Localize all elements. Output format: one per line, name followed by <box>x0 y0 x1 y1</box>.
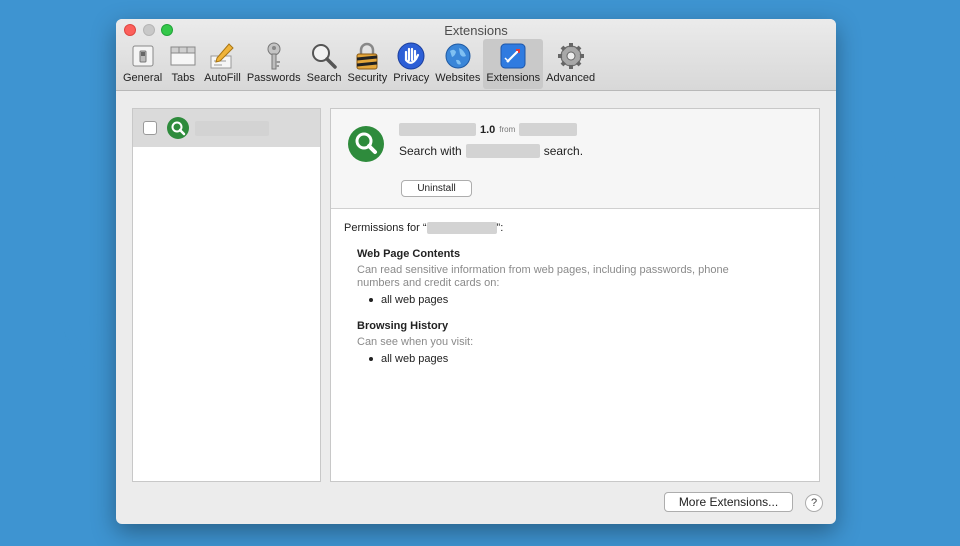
titlebar: Extensions General Tabs AutoFill Passwor… <box>116 19 836 91</box>
tab-general-label: General <box>123 72 163 84</box>
key-icon <box>259 41 289 71</box>
extension-title-line: 1.0 from <box>399 123 578 136</box>
list-item[interactable] <box>133 109 320 147</box>
padlock-icon <box>352 41 382 71</box>
tab-advanced-label: Advanced <box>546 72 596 84</box>
hand-icon <box>396 41 426 71</box>
preferences-toolbar: General Tabs AutoFill Passwords Search S… <box>120 39 598 89</box>
bullet-icon <box>369 357 373 361</box>
extensions-window: Extensions General Tabs AutoFill Passwor… <box>116 19 836 524</box>
enable-extension-checkbox[interactable] <box>143 121 157 135</box>
tab-search[interactable]: Search <box>304 39 345 89</box>
bullet-icon <box>369 298 373 302</box>
search-extension-icon <box>167 117 189 139</box>
tab-passwords[interactable]: Passwords <box>244 39 304 89</box>
uninstall-button[interactable]: Uninstall <box>401 180 472 197</box>
extension-from-label: from <box>499 125 516 134</box>
permission-scope-label: all web pages <box>381 294 449 306</box>
pencil-icon <box>207 41 237 71</box>
tab-advanced[interactable]: Advanced <box>543 39 598 89</box>
tab-tabs[interactable]: Tabs <box>165 39 201 89</box>
extension-desc-suffix: search. <box>543 144 584 158</box>
permissions-section: Permissions for “ ”: Web Page Contents C… <box>344 222 767 365</box>
permission-description: Can see when you visit: <box>357 336 474 348</box>
permission-scope-label: all web pages <box>381 353 449 365</box>
tab-websites[interactable]: Websites <box>432 39 483 89</box>
window-title: Extensions <box>444 23 508 38</box>
extension-detail-pane: 1.0 from Search with search. Uninstall P… <box>330 108 820 482</box>
extension-version: 1.0 <box>480 123 496 136</box>
permission-title: Web Page Contents <box>357 248 461 260</box>
permission-title: Browsing History <box>357 320 449 332</box>
tab-general[interactable]: General <box>120 39 165 89</box>
tab-autofill-label: AutoFill <box>204 72 241 84</box>
permission-scope-item: all web pages <box>369 294 767 306</box>
tab-security[interactable]: Security <box>344 39 390 89</box>
tab-extensions[interactable]: Extensions <box>483 39 544 89</box>
tab-search-label: Search <box>306 72 342 84</box>
permissions-header-suffix: ”: <box>496 222 504 234</box>
globe-icon <box>443 41 473 71</box>
tabs-icon <box>168 41 198 71</box>
extension-name-redacted <box>399 123 476 136</box>
extensions-list <box>132 108 321 482</box>
extension-header: 1.0 from Search with search. Uninstall <box>331 109 819 209</box>
permission-scope-item: all web pages <box>369 353 767 365</box>
puzzle-icon <box>498 41 528 71</box>
tab-privacy[interactable]: Privacy <box>390 39 432 89</box>
tab-privacy-label: Privacy <box>393 72 430 84</box>
permissions-header-prefix: Permissions for “ <box>344 222 427 234</box>
search-extension-icon <box>348 126 384 162</box>
tab-extensions-label: Extensions <box>486 72 541 84</box>
tab-autofill[interactable]: AutoFill <box>201 39 244 89</box>
extension-name-redacted <box>195 120 269 136</box>
tab-passwords-label: Passwords <box>246 72 301 84</box>
switch-icon <box>128 41 158 71</box>
more-extensions-button[interactable]: More Extensions... <box>664 492 793 512</box>
permission-description: Can read sensitive information from web … <box>357 264 729 289</box>
tab-tabs-label: Tabs <box>171 72 195 84</box>
search-engine-redacted <box>465 144 540 158</box>
permissions-header: Permissions for “ ”: <box>344 222 767 234</box>
gear-icon <box>556 41 586 71</box>
tab-websites-label: Websites <box>435 72 481 84</box>
help-button[interactable]: ? <box>805 494 823 512</box>
extension-description: Search with search. <box>399 144 583 158</box>
magnifier-icon <box>309 41 339 71</box>
extension-desc-prefix: Search with <box>399 144 462 158</box>
tab-security-label: Security <box>347 72 388 84</box>
extension-developer-redacted <box>519 123 578 136</box>
extension-name-redacted <box>426 222 497 234</box>
